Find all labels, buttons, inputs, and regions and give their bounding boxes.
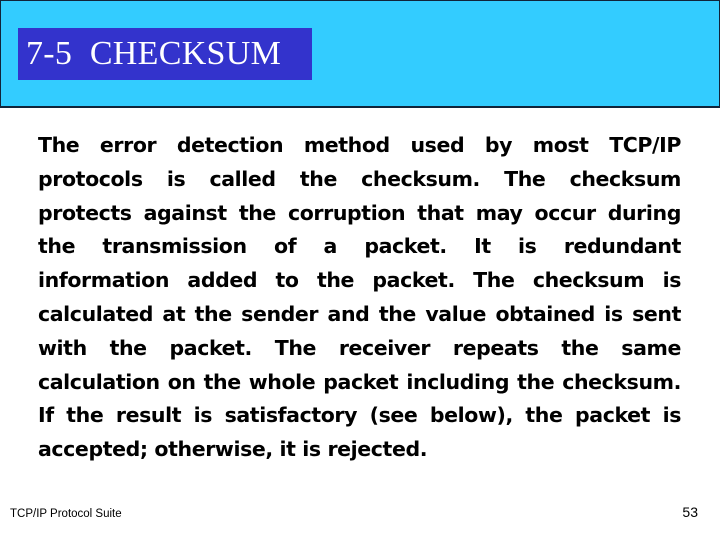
body-line: information added to the packet. The che… bbox=[38, 268, 681, 293]
body-line: protocols is called the checksum. The ch… bbox=[38, 166, 681, 191]
body-line: accepted; otherwise, it is rejected. bbox=[38, 437, 428, 462]
body-paragraph: The error detection method used by most … bbox=[38, 129, 681, 467]
page-number: 53 bbox=[682, 504, 698, 520]
body-line: If the result is satisfactory (see below… bbox=[38, 403, 681, 428]
footer-book-title: TCP/IP Protocol Suite bbox=[10, 508, 122, 520]
body-line: the transmission of a packet. It is redu… bbox=[38, 234, 681, 259]
body-line: The error detection method used by most … bbox=[38, 133, 681, 157]
body-line: calculation on the whole packet includin… bbox=[38, 369, 681, 394]
title-box: 7-5 CHECKSUM bbox=[18, 28, 312, 80]
body-line: calculated at the sender and the value o… bbox=[38, 301, 681, 326]
body-line: with the packet. The receiver repeats th… bbox=[38, 335, 681, 360]
slide-title: 7-5 CHECKSUM bbox=[26, 35, 282, 72]
body-line: protects against the corruption that may… bbox=[38, 200, 681, 225]
